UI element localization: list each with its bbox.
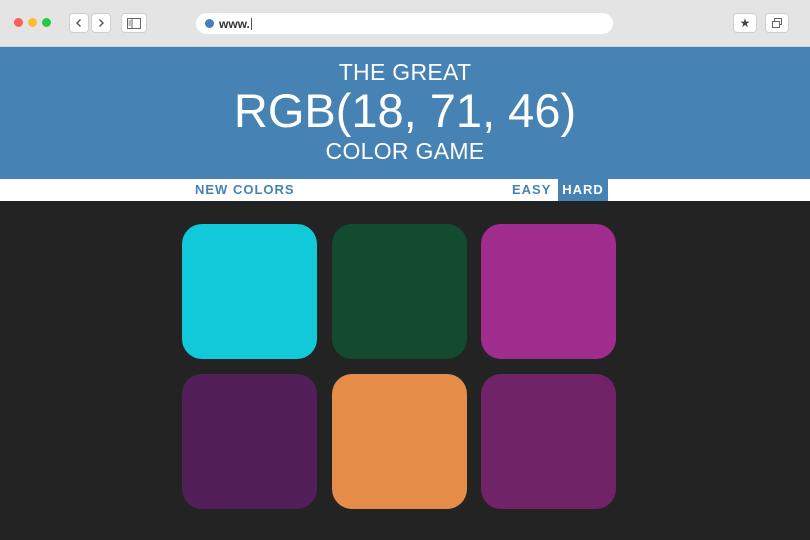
target-rgb-display: RGB(18, 71, 46): [233, 84, 577, 137]
maximize-window-button[interactable]: [42, 18, 51, 27]
bookmark-button[interactable]: ★: [733, 13, 757, 33]
tabs-button[interactable]: [765, 13, 789, 33]
sidebar-icon: [127, 17, 141, 29]
color-square[interactable]: [182, 224, 317, 359]
color-square[interactable]: [481, 224, 616, 359]
forward-button[interactable]: [91, 13, 111, 33]
close-window-button[interactable]: [14, 18, 23, 27]
header-title-bottom: COLOR GAME: [325, 138, 485, 164]
color-square[interactable]: [481, 374, 616, 509]
controls-stripe: NEW COLORS EASY HARD: [0, 179, 810, 201]
text-caret: [250, 17, 252, 30]
chevron-left-icon: [76, 19, 81, 27]
new-colors-button[interactable]: NEW COLORS: [191, 179, 299, 201]
squares-board: [0, 201, 810, 540]
url-text: www.: [219, 16, 250, 31]
minimize-window-button[interactable]: [28, 18, 37, 27]
hard-mode-button[interactable]: HARD: [558, 179, 608, 201]
url-bar[interactable]: www.: [196, 13, 613, 34]
star-icon: ★: [739, 16, 751, 30]
color-square[interactable]: [332, 374, 467, 509]
site-icon: [205, 19, 214, 28]
browser-chrome: www. ★: [0, 0, 810, 47]
tabs-icon: [772, 18, 782, 28]
color-square[interactable]: [182, 374, 317, 509]
easy-mode-button[interactable]: EASY: [508, 179, 555, 201]
header-title-top: THE GREAT: [338, 59, 472, 85]
color-square[interactable]: [332, 224, 467, 359]
game-header: THE GREAT RGB(18, 71, 46) COLOR GAME: [0, 47, 810, 179]
chevron-right-icon: [99, 19, 104, 27]
sidebar-toggle-button[interactable]: [121, 13, 147, 33]
back-button[interactable]: [69, 13, 89, 33]
